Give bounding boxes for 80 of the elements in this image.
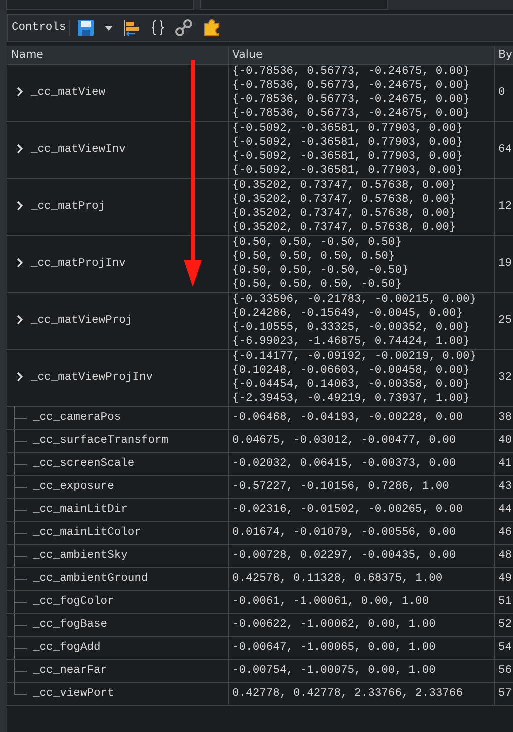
matrix-row-text: {-0.5092, -0.36581, 0.77903, 0.00}: [232, 150, 464, 164]
chevron-icon[interactable]: [15, 200, 25, 214]
variable-name: _cc_screenScale: [33, 456, 135, 470]
matrix-row-text: {0.50, 0.50, -0.50, 0.50}: [232, 236, 403, 250]
matrix-row-text: {0.50, 0.50, 0.50, -0.50}: [232, 278, 403, 291]
variable-name: _cc_surfaceTransform: [33, 434, 169, 448]
tree-line: [14, 499, 27, 520]
matrix-row-text: {-0.5092, -0.36581, 0.77903, 0.00}: [232, 122, 464, 136]
matrix-row-text: {-0.78536, 0.56773, -0.24675, 0.00}: [232, 65, 471, 78]
variable-name: _cc_ambientGround: [33, 572, 148, 586]
tree-line: [14, 591, 27, 612]
variable-name: _cc_fogAdd: [33, 640, 101, 654]
chevron-icon[interactable]: [15, 370, 25, 384]
tree-line: [14, 545, 27, 566]
matrix-row-text: {0.50, 0.50, 0.50, 0.50}: [232, 250, 396, 264]
matrix-row-text: {-0.5092, -0.36581, 0.77903, 0.00}: [232, 136, 464, 150]
matrix-row-text: {0.50, 0.50, -0.50, -0.50}: [232, 264, 410, 278]
value-cell: -0.06468, -0.04193, -0.00228, 0.00: [228, 406, 494, 429]
matrix-row-text: {0.35202, 0.73747, 0.57638, 0.00}: [232, 179, 458, 192]
matrix-row-text: {-6.99023, -1.46875, 0.74424, 1.00}: [232, 334, 471, 348]
value-cell: 0.42578, 0.11328, 0.68375, 1.00: [228, 567, 494, 590]
matrix-row-text: {-0.5092, -0.36581, 0.77903, 0.00}: [232, 164, 464, 177]
matrix-row-text: {-0.78536, 0.56773, -0.24675, 0.00}: [232, 78, 471, 92]
value-cell: 0.42778, 0.42778, 2.33766, 2.33766: [228, 682, 494, 705]
variable-name: _cc_ambientSky: [33, 548, 128, 562]
tree-line: [14, 683, 27, 694]
tree-line: [14, 453, 27, 474]
value-cell: -0.00622, -1.00062, 0.00, 1.00: [228, 613, 494, 636]
variable-name: _cc_cameraPos: [33, 410, 122, 424]
chevron-icon[interactable]: [15, 314, 25, 328]
value-cell: -0.57227, -0.10156, 0.7286, 1.00: [228, 475, 494, 498]
column-header[interactable]: Name: [7, 46, 228, 64]
byte-offset: 0: [494, 64, 513, 121]
matrix-row-text: {0.10248, -0.06603, -0.00458, 0.00}: [232, 364, 471, 378]
chevron-icon[interactable]: [15, 256, 25, 270]
matrix-row-text: {0.35202, 0.73747, 0.57638, 0.00}: [232, 206, 458, 220]
tree-line: [14, 407, 27, 428]
tree-line: [14, 430, 27, 451]
variable-name: _cc_fogColor: [33, 594, 114, 608]
chevron-icon[interactable]: [15, 86, 25, 100]
value-cell: -0.00647, -1.00065, 0.00, 1.00: [228, 636, 494, 659]
variable-name: _cc_viewPort: [33, 686, 114, 700]
matrix-row-text: {-0.33596, -0.21783, -0.00215, 0.00}: [232, 293, 478, 306]
matrix-row-text: {0.35202, 0.73747, 0.57638, 0.00}: [232, 192, 458, 206]
value-cell: -0.00754, -1.00075, 0.00, 1.00: [228, 659, 494, 682]
value-cell: -0.0061, -1.00061, 0.00, 1.00: [228, 590, 494, 613]
tree-line: [14, 660, 27, 681]
variable-name: _cc_matView: [31, 86, 106, 100]
tree-line: [14, 614, 27, 635]
matrix-row-text: {0.35202, 0.73747, 0.57638, 0.00}: [232, 220, 458, 234]
variable-name: _cc_matViewInv: [31, 142, 126, 156]
matrix-row-text: {0.24286, -0.15649, -0.0045, 0.00}: [232, 306, 464, 320]
column-header[interactable]: Value: [228, 46, 494, 64]
value-cell: 0.01674, -0.01079, -0.00556, 0.00: [228, 521, 494, 544]
tree-line: [14, 476, 27, 497]
tree-line: [14, 637, 27, 658]
variable-name: _cc_matProjInv: [31, 256, 126, 270]
variable-name: _cc_mainLitDir: [33, 502, 128, 516]
variable-name: _cc_fogBase: [33, 618, 108, 632]
toolbar-label: Controls: [12, 20, 70, 36]
column-header[interactable]: By: [494, 46, 513, 64]
variable-name: _cc_nearFar: [33, 664, 108, 678]
variable-name: _cc_matViewProjInv: [31, 370, 154, 384]
value-cell: -0.02316, -0.01502, -0.00265, 0.00: [228, 498, 494, 521]
chevron-icon[interactable]: [15, 142, 25, 156]
value-cell: 0.04675, -0.03012, -0.00477, 0.00: [228, 429, 494, 452]
variable-name: _cc_matProj: [31, 200, 106, 214]
matrix-row-text: {-2.39453, -0.49219, 0.73937, 1.00}: [232, 392, 471, 405]
matrix-row-text: {-0.78536, 0.56773, -0.24675, 0.00}: [232, 92, 471, 106]
matrix-row-text: {-0.78536, 0.56773, -0.24675, 0.00}: [232, 106, 471, 120]
matrix-row-text: {-0.04454, 0.14063, -0.00358, 0.00}: [232, 378, 471, 392]
tree-line: [14, 568, 27, 589]
variable-name: _cc_exposure: [33, 480, 114, 494]
matrix-row-text: {-0.14177, -0.09192, -0.00219, 0.00}: [232, 350, 478, 364]
variable-name: _cc_mainLitColor: [33, 526, 142, 540]
matrix-row-text: {-0.10555, 0.33325, -0.00352, 0.00}: [232, 320, 471, 334]
tree-line: [14, 522, 27, 543]
value-cell: -0.02032, 0.06415, -0.00373, 0.00: [228, 452, 494, 475]
value-cell: -0.00728, 0.02297, -0.00435, 0.00: [228, 544, 494, 567]
variable-name: _cc_matViewProj: [31, 314, 133, 328]
